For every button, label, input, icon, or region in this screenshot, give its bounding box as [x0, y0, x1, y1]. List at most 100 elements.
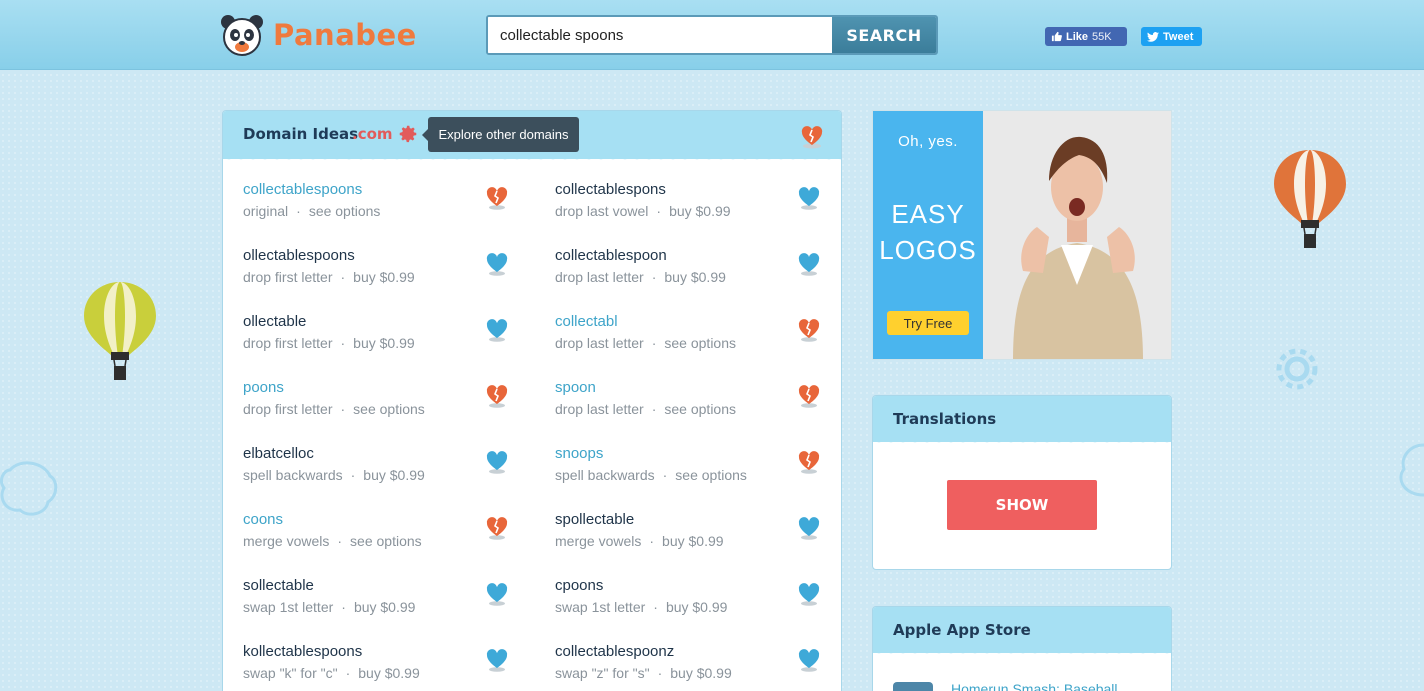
- separator-dot: ·: [340, 401, 346, 417]
- domain-action-link[interactable]: buy $0.99: [670, 665, 732, 681]
- domain-meta: spell backwards · see options: [555, 467, 747, 483]
- domain-method: drop last vowel: [555, 203, 649, 219]
- domain-action-link[interactable]: buy $0.99: [666, 599, 728, 615]
- domain-action-link[interactable]: buy $0.99: [354, 599, 416, 615]
- domain-name[interactable]: kollectablespoons: [243, 643, 362, 660]
- heart-icon[interactable]: [485, 582, 509, 606]
- domain-name[interactable]: ollectablespoons: [243, 247, 355, 264]
- domain-item: ollectablespoons drop first letter · buy $0…: [243, 237, 533, 297]
- domain-name[interactable]: collectablespoon: [555, 247, 667, 264]
- heart-icon[interactable]: [797, 516, 821, 540]
- domain-name[interactable]: spollectable: [555, 511, 634, 528]
- easy-logos-ad[interactable]: Oh, yes. EASY LOGOS Try Free: [872, 110, 1172, 360]
- domain-name[interactable]: ollectable: [243, 313, 306, 330]
- domain-action-link[interactable]: buy $0.99: [353, 269, 415, 285]
- twitter-bird-icon: [1147, 31, 1159, 42]
- domain-action-link[interactable]: buy $0.99: [662, 533, 724, 549]
- try-free-button[interactable]: Try Free: [887, 311, 969, 335]
- broken-heart-icon[interactable]: [800, 125, 824, 149]
- domain-meta: drop last letter · see options: [555, 401, 736, 417]
- domain-name[interactable]: collectabl: [555, 313, 618, 330]
- domain-item: spoon drop last letter · see options: [555, 369, 841, 429]
- domain-action-link[interactable]: buy $0.99: [669, 203, 731, 219]
- heart-icon[interactable]: [797, 582, 821, 606]
- domain-method: drop last letter: [555, 269, 644, 285]
- domain-name[interactable]: snoops: [555, 445, 603, 462]
- domain-action-link[interactable]: see options: [675, 467, 747, 483]
- separator-dot: ·: [662, 467, 668, 483]
- domain-name[interactable]: collectablespons: [555, 181, 666, 198]
- brand-name: Panabee: [273, 18, 417, 52]
- panda-logo-icon: [221, 15, 263, 56]
- domain-meta: swap 1st letter · buy $0.99: [243, 599, 415, 615]
- domain-item: collectablespoon drop last letter · buy $0.…: [555, 237, 841, 297]
- domain-item: poons drop first letter · see options: [243, 369, 533, 429]
- domain-name[interactable]: collectablespoonz: [555, 643, 674, 660]
- domain-action-link[interactable]: see options: [309, 203, 381, 219]
- domain-meta: merge vowels · buy $0.99: [555, 533, 724, 549]
- show-translations-button[interactable]: SHOW: [947, 480, 1097, 530]
- heart-icon[interactable]: [797, 648, 821, 672]
- separator-dot: ·: [340, 335, 346, 351]
- tld-selector[interactable]: .com: [352, 125, 393, 143]
- domain-name[interactable]: cpoons: [555, 577, 603, 594]
- logo[interactable]: Panabee: [220, 14, 417, 56]
- domain-name[interactable]: coons: [243, 511, 283, 528]
- tweet-button[interactable]: Tweet: [1141, 27, 1202, 46]
- domain-name[interactable]: spoon: [555, 379, 596, 396]
- domain-name[interactable]: collectablespoons: [243, 181, 362, 198]
- app-icon[interactable]: [893, 682, 933, 691]
- domain-name[interactable]: sollectable: [243, 577, 314, 594]
- domain-name[interactable]: elbatcelloc: [243, 445, 314, 462]
- domain-meta: original · see options: [243, 203, 380, 219]
- domain-action-link[interactable]: buy $0.99: [353, 335, 415, 351]
- domain-method: drop last letter: [555, 335, 644, 351]
- heart-icon[interactable]: [797, 252, 821, 276]
- separator-dot: ·: [296, 203, 301, 219]
- domain-name[interactable]: poons: [243, 379, 284, 396]
- facebook-like-button[interactable]: Like 55K: [1045, 27, 1127, 46]
- domain-item: cpoons swap 1st letter · buy $0.99: [555, 567, 841, 627]
- gear-icon[interactable]: [397, 123, 419, 145]
- search-button[interactable]: SEARCH: [832, 17, 936, 53]
- heart-icon[interactable]: [485, 648, 509, 672]
- explore-domains-tooltip: Explore other domains: [422, 117, 579, 152]
- domain-item: coons merge vowels · see options: [243, 501, 533, 561]
- app-store-title: Apple App Store: [893, 621, 1031, 639]
- domain-method: spell backwards: [243, 467, 343, 483]
- heart-icon[interactable]: [485, 318, 509, 342]
- fb-like-label: Like: [1066, 30, 1089, 43]
- search-input[interactable]: [488, 17, 832, 53]
- broken-heart-icon[interactable]: [797, 384, 821, 408]
- domain-action-link[interactable]: see options: [664, 335, 736, 351]
- domain-method: drop last letter: [555, 401, 644, 417]
- domain-meta: swap 1st letter · buy $0.99: [555, 599, 727, 615]
- domain-action-link[interactable]: buy $0.99: [664, 269, 726, 285]
- broken-heart-icon[interactable]: [485, 516, 509, 540]
- broken-heart-icon[interactable]: [797, 318, 821, 342]
- broken-heart-icon[interactable]: [797, 450, 821, 474]
- domain-action-link[interactable]: buy $0.99: [358, 665, 420, 681]
- domain-action-link[interactable]: see options: [350, 533, 422, 549]
- broken-heart-icon[interactable]: [485, 384, 509, 408]
- domain-action-link[interactable]: see options: [353, 401, 425, 417]
- domain-item: kollectablespoons swap "k" for "c" · buy $0…: [243, 633, 533, 691]
- domain-meta: drop first letter · buy $0.99: [243, 269, 415, 285]
- separator-dot: ·: [649, 533, 655, 549]
- domain-item: collectablespoonz swap "z" for "s" · buy $0…: [555, 633, 841, 691]
- heart-icon[interactable]: [485, 450, 509, 474]
- excited-woman-photo: [983, 111, 1171, 359]
- heart-icon[interactable]: [485, 252, 509, 276]
- heart-icon[interactable]: [797, 186, 821, 210]
- domain-method: spell backwards: [555, 467, 655, 483]
- app-link[interactable]: Homerun Smash: Baseball: [951, 681, 1118, 691]
- domain-item: sollectable swap 1st letter · buy $0.99: [243, 567, 533, 627]
- broken-heart-icon[interactable]: [485, 186, 509, 210]
- translations-panel: Translations SHOW: [872, 395, 1172, 570]
- orange-hot-air-balloon-icon: [1274, 150, 1346, 248]
- panel-title: Domain Ideas: [243, 125, 359, 143]
- domain-action-link[interactable]: buy $0.99: [363, 467, 425, 483]
- domain-item: elbatcelloc spell backwards · buy $0.99: [243, 435, 533, 495]
- separator-dot: ·: [653, 599, 658, 615]
- domain-action-link[interactable]: see options: [664, 401, 736, 417]
